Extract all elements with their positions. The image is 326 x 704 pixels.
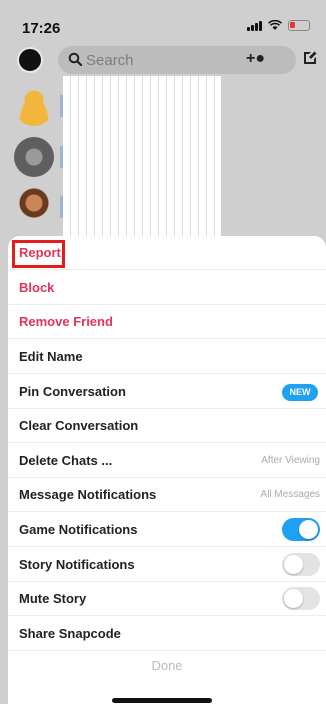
status-time: 17:26 bbox=[22, 20, 61, 37]
clear-conversation-button[interactable]: Clear Conversation bbox=[8, 409, 326, 443]
game-notifications-row: Game Notifications bbox=[8, 513, 326, 547]
toggle-knob bbox=[299, 520, 318, 539]
chat-header: Search +● bbox=[0, 44, 326, 76]
block-button[interactable]: Block bbox=[8, 271, 326, 305]
chat-avatar-2[interactable] bbox=[14, 137, 54, 177]
add-friend-icon[interactable]: +● bbox=[246, 50, 265, 68]
search-icon bbox=[68, 52, 82, 66]
chat-settings-sheet: Report Block Remove Friend Edit Name Pin… bbox=[8, 236, 326, 704]
menu-label: Game Notifications bbox=[19, 522, 138, 537]
chat-avatar-3[interactable] bbox=[14, 187, 54, 227]
edit-name-button[interactable]: Edit Name bbox=[8, 340, 326, 374]
menu-label: Story Notifications bbox=[19, 557, 135, 572]
message-notifications-value: All Messages bbox=[260, 489, 320, 500]
delete-chats-button[interactable]: Delete Chats ... After Viewing bbox=[8, 444, 326, 478]
mute-story-row: Mute Story bbox=[8, 582, 326, 616]
battery-icon bbox=[288, 20, 310, 31]
menu-label: Block bbox=[19, 280, 55, 295]
profile-avatar[interactable] bbox=[17, 47, 43, 73]
chat-avatar-1[interactable] bbox=[14, 86, 54, 126]
menu-label: Clear Conversation bbox=[19, 418, 139, 433]
remove-friend-button[interactable]: Remove Friend bbox=[8, 305, 326, 339]
mute-story-toggle[interactable] bbox=[282, 587, 320, 610]
new-chat-icon[interactable] bbox=[302, 50, 318, 66]
search-input[interactable]: Search bbox=[86, 52, 134, 69]
delete-chats-value: After Viewing bbox=[261, 455, 320, 466]
menu-label: Delete Chats ... bbox=[19, 453, 113, 468]
censored-region bbox=[63, 76, 221, 236]
story-notifications-toggle[interactable] bbox=[282, 553, 320, 576]
pin-conversation-button[interactable]: Pin Conversation NEW bbox=[8, 375, 326, 409]
menu-label: Remove Friend bbox=[19, 314, 113, 329]
toggle-knob bbox=[284, 555, 303, 574]
menu-label: Edit Name bbox=[19, 349, 83, 364]
toggle-knob bbox=[284, 589, 303, 608]
menu-label: Pin Conversation bbox=[19, 384, 126, 399]
message-notifications-button[interactable]: Message Notifications All Messages bbox=[8, 478, 326, 512]
status-icons bbox=[247, 20, 310, 31]
home-indicator bbox=[112, 698, 212, 703]
menu-label: Mute Story bbox=[19, 591, 87, 606]
done-button[interactable]: Done bbox=[8, 658, 326, 673]
menu-label: Message Notifications bbox=[19, 487, 157, 502]
game-notifications-toggle[interactable] bbox=[282, 518, 320, 541]
share-snapcode-button[interactable]: Share Snapcode bbox=[8, 617, 326, 651]
story-notifications-row: Story Notifications bbox=[8, 548, 326, 582]
new-badge: NEW bbox=[282, 384, 318, 401]
menu-label: Share Snapcode bbox=[19, 626, 121, 641]
signal-icon bbox=[247, 20, 262, 31]
search-bar[interactable]: Search +● bbox=[58, 46, 296, 74]
wifi-icon bbox=[268, 20, 282, 30]
highlight-box bbox=[12, 240, 65, 268]
status-bar: 17:26 bbox=[0, 0, 326, 37]
